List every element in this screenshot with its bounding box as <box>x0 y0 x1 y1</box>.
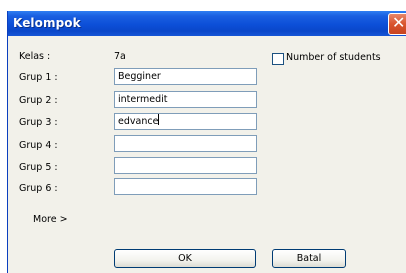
close-button[interactable]: ✕ <box>388 13 406 35</box>
number-of-students-checkbox[interactable] <box>272 53 284 65</box>
group-3-input[interactable]: edvance <box>114 113 257 130</box>
group-3-input-text: edvance <box>118 116 159 127</box>
cancel-button[interactable]: Batal <box>272 249 346 268</box>
group-6-label: Grup 6 : <box>19 183 58 194</box>
group-5-input[interactable] <box>114 157 257 174</box>
class-value: 7a <box>114 51 126 62</box>
number-of-students-label[interactable]: Number of students <box>286 52 381 63</box>
title-bar[interactable]: Kelompok ✕ <box>8 11 406 36</box>
group-4-label: Grup 4 : <box>19 140 58 151</box>
group-5-label: Grup 5 : <box>19 162 58 173</box>
group-3-label: Grup 3 : <box>19 117 58 128</box>
ok-button[interactable]: OK <box>114 249 256 268</box>
group-1-input[interactable]: Begginer <box>114 68 257 85</box>
close-icon: ✕ <box>392 13 406 32</box>
group-2-input[interactable]: intermedit <box>114 91 257 108</box>
window-title: Kelompok <box>13 16 81 30</box>
more-link[interactable]: More > <box>33 214 68 225</box>
text-caret <box>158 114 160 125</box>
kelompok-dialog: Kelompok ✕ Kelas : 7a Number of students… <box>7 11 406 273</box>
group-4-input[interactable] <box>114 135 257 152</box>
group-1-label: Grup 1 : <box>19 72 58 83</box>
group-2-label: Grup 2 : <box>19 95 58 106</box>
group-6-input[interactable] <box>114 178 257 195</box>
class-label: Kelas : <box>19 51 51 62</box>
